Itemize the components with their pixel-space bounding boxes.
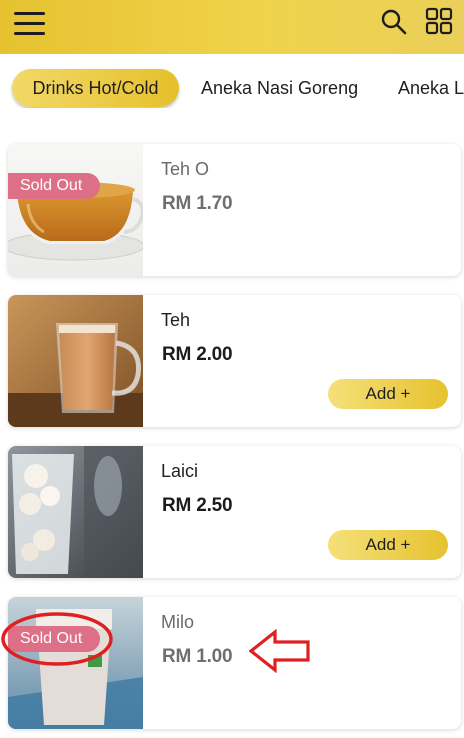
product-image-milo <box>8 597 143 729</box>
product-price: RM 2.00 <box>162 344 233 365</box>
product-price: RM 2.50 <box>162 495 233 516</box>
product-image-teh <box>8 295 143 427</box>
menu-line <box>14 22 45 25</box>
grid-view-icon[interactable] <box>425 7 453 35</box>
tab-aneka-l[interactable]: Aneka L <box>398 69 464 107</box>
category-tabs: Drinks Hot/Cold Aneka Nasi Goreng Aneka … <box>0 68 464 108</box>
sold-out-badge: Sold Out <box>8 173 100 199</box>
product-name: Milo <box>161 612 195 632</box>
product-price: RM 1.70 <box>162 193 233 214</box>
product-image-laici <box>8 446 143 578</box>
tab-aneka-nasi-goreng[interactable]: Aneka Nasi Goreng <box>201 69 358 107</box>
add-to-cart-button[interactable]: Add + <box>328 379 448 409</box>
product-name: Teh O <box>161 159 210 179</box>
product-name: Laici <box>161 461 199 481</box>
tab-drinks-hot-cold[interactable]: Drinks Hot/Cold <box>12 69 179 107</box>
hamburger-menu-icon[interactable] <box>14 10 46 38</box>
product-image-teh-o <box>8 144 143 276</box>
product-price: RM 1.00 <box>162 646 233 667</box>
add-to-cart-button[interactable]: Add + <box>328 530 448 560</box>
product-card-teh[interactable]: Teh RM 2.00 Add + <box>8 295 461 427</box>
product-name: Teh <box>161 310 191 330</box>
app-header <box>0 0 464 54</box>
product-card-laici[interactable]: Laici RM 2.50 Add + <box>8 446 461 578</box>
product-card-teh-o[interactable]: Sold Out Teh O RM 1.70 <box>8 144 461 276</box>
menu-line <box>14 12 45 15</box>
sold-out-badge: Sold Out <box>8 626 100 652</box>
search-icon[interactable] <box>380 8 408 36</box>
product-card-milo[interactable]: Sold Out Milo RM 1.00 <box>8 597 461 729</box>
menu-line <box>14 32 45 35</box>
